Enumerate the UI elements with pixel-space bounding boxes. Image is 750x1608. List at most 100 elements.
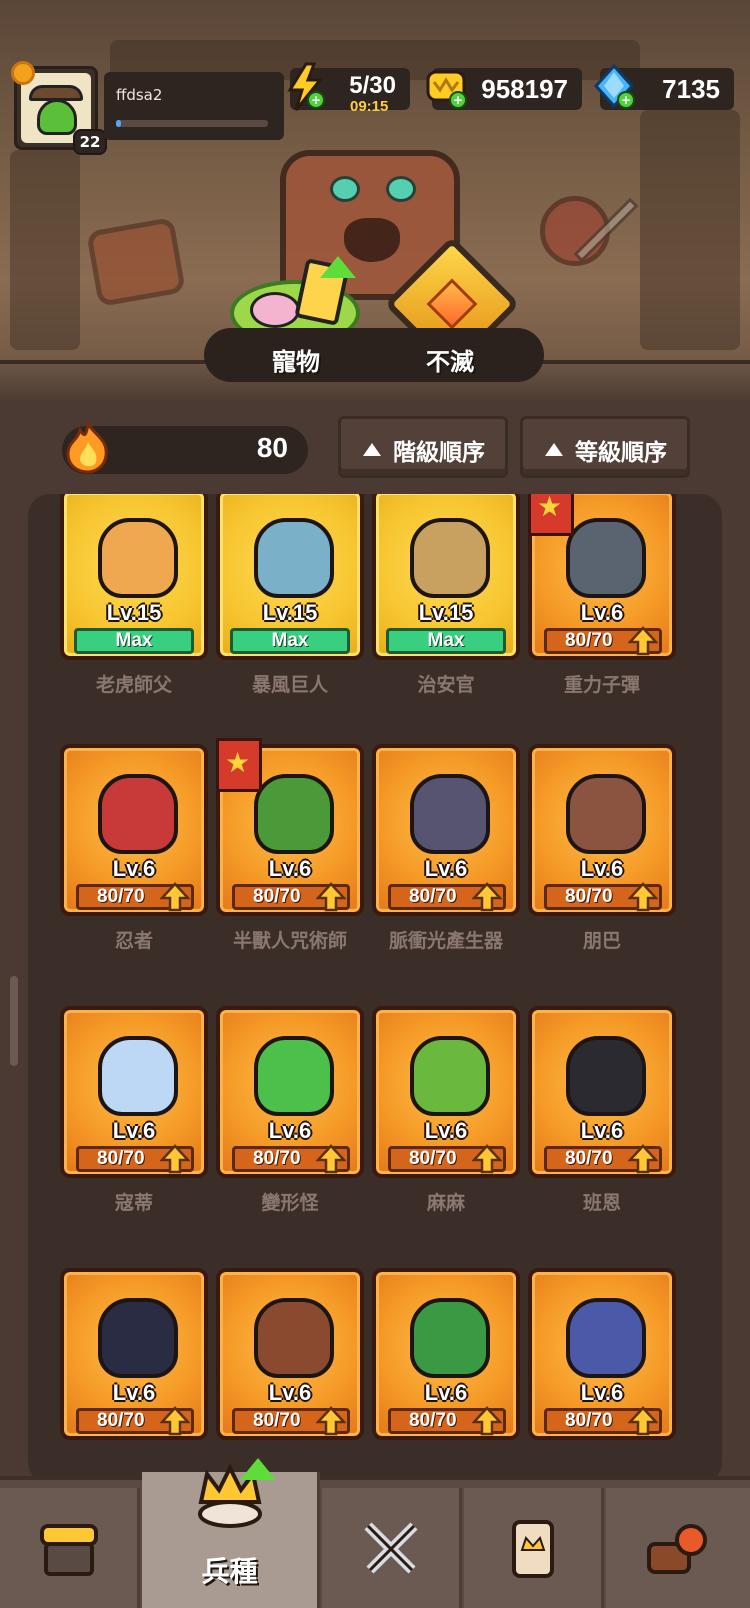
unit-level: Lv.6	[112, 856, 156, 881]
unit-card[interactable]: Lv.6 80/70	[216, 1268, 364, 1440]
upgrade-arrow-icon	[320, 256, 356, 278]
unit-card[interactable]: Lv.15 Max 治安官	[372, 494, 520, 696]
sort-ascending-icon	[363, 443, 381, 456]
crown-gold-icon: +	[426, 70, 467, 109]
tab-shop[interactable]	[0, 1488, 140, 1608]
immortal-mode-button[interactable]: 不滅	[426, 342, 474, 377]
lightning-icon: +	[287, 62, 325, 111]
unit-card[interactable]: ★ Lv.6 80/70 半獸人咒術師	[216, 738, 364, 952]
svg-text:+: +	[453, 93, 463, 107]
sort-by-rank-button[interactable]: 階級順序	[338, 416, 508, 478]
axolotl-pet	[250, 292, 300, 328]
unit-card-frame[interactable]: Lv.6 80/70	[216, 1268, 364, 1440]
unit-card-frame[interactable]: Lv.6 80/70	[372, 744, 520, 916]
sort-by-level-button[interactable]: 等級順序	[520, 416, 690, 478]
unit-name: 班恩	[582, 1192, 621, 1214]
unit-card-frame[interactable]: ★ Lv.6 80/70	[216, 738, 364, 916]
star-flag-icon: ★	[216, 738, 262, 792]
unit-card[interactable]: Lv.6 80/70 麻麻	[372, 1006, 520, 1214]
upgrade-arrow-icon	[472, 882, 502, 912]
unit-level: Lv.6	[424, 856, 468, 881]
unit-name: 半獸人咒術師	[232, 930, 347, 952]
unit-card-frame[interactable]: Lv.6 80/70	[60, 1006, 208, 1178]
unit-level: Lv.6	[268, 1380, 312, 1405]
unit-card-frame[interactable]: ★ Lv.6 80/70	[528, 494, 676, 660]
unit-card[interactable]: Lv.6 80/70	[60, 1268, 208, 1440]
tab-chest[interactable]	[606, 1488, 750, 1608]
unit-name: 朋巴	[582, 930, 621, 952]
unit-card-frame[interactable]: Lv.6 80/70	[528, 744, 676, 916]
unit-level: Lv.6	[112, 1118, 156, 1143]
settings-gear-icon[interactable]	[11, 61, 35, 85]
unit-card[interactable]: Lv.6 80/70 朋巴	[528, 744, 676, 952]
upgrade-arrow-icon	[472, 1406, 502, 1436]
energy-value: 5/30	[349, 72, 396, 99]
unit-card[interactable]: Lv.15 Max 老虎師父	[60, 494, 208, 696]
unit-card-frame[interactable]: Lv.15 Max	[372, 494, 520, 660]
player-level-badge: 22	[73, 129, 107, 155]
unit-name: 老虎師父	[95, 674, 172, 696]
unit-card-frame[interactable]: Lv.15 Max	[216, 494, 364, 660]
unit-card[interactable]: Lv.6 80/70 寇蒂	[60, 1006, 208, 1214]
unit-portrait	[254, 774, 334, 854]
upgrade-arrow-icon	[316, 1406, 346, 1436]
unit-name: 脈衝光產生器	[388, 930, 503, 952]
player-profile[interactable]: 22 ffdsa2	[11, 61, 284, 155]
unit-card[interactable]: ★ Lv.6 80/70 重力子彈	[528, 494, 676, 696]
unit-card-frame[interactable]: Lv.6 80/70	[372, 1006, 520, 1178]
avatar[interactable]: 22	[11, 61, 107, 155]
energy-counter[interactable]: + 5/30 09:15	[287, 62, 410, 115]
unit-card[interactable]: Lv.15 Max 暴風巨人	[216, 494, 364, 696]
unit-card-frame[interactable]: Lv.15 Max	[60, 494, 208, 660]
unit-level: Lv.6	[580, 1380, 624, 1405]
unit-portrait	[254, 1298, 334, 1378]
tab-cards[interactable]	[464, 1488, 604, 1608]
unit-name: 忍者	[114, 930, 153, 952]
sort-rank-label: 階級順序	[393, 440, 485, 466]
gold-counter[interactable]: + 958197	[426, 68, 582, 110]
shop-icon	[39, 1524, 98, 1576]
upgrade-arrow-icon	[160, 1144, 190, 1174]
unit-card[interactable]: Lv.6 80/70 脈衝光產生器	[372, 744, 520, 952]
unit-portrait	[566, 1036, 646, 1116]
power-value: 80	[256, 432, 288, 463]
unit-portrait	[410, 1298, 490, 1378]
unit-portrait	[98, 518, 178, 598]
unit-progress: Max	[230, 628, 350, 654]
energy-timer: 09:15	[350, 98, 389, 115]
unit-card[interactable]: Lv.6 80/70	[372, 1268, 520, 1440]
gem-counter[interactable]: + 7135	[593, 63, 734, 110]
faded-hero-left	[86, 216, 186, 308]
unit-name: 寇蒂	[114, 1192, 153, 1214]
upgrade-arrow-icon	[160, 882, 190, 912]
tab-battle[interactable]	[322, 1488, 462, 1608]
upgrade-arrow-icon	[628, 1144, 658, 1174]
unit-level: Lv.6	[424, 1380, 468, 1405]
pet-mode-button[interactable]: 寵物	[272, 342, 320, 377]
unit-card[interactable]: Lv.6 80/70	[528, 1268, 676, 1440]
unit-name: 麻麻	[426, 1192, 465, 1214]
unit-progress: Max	[386, 628, 506, 654]
unit-card-frame[interactable]: Lv.6 80/70	[216, 1006, 364, 1178]
unit-portrait	[566, 1298, 646, 1378]
unit-card[interactable]: Lv.6 80/70 變形怪	[216, 1006, 364, 1214]
unit-progress: Max	[74, 628, 194, 654]
upgrade-arrow-icon	[628, 882, 658, 912]
tab-units[interactable]: 兵種	[142, 1458, 320, 1608]
player-name-panel: ffdsa2	[104, 72, 284, 140]
upgrade-arrow-icon	[316, 882, 346, 912]
unit-card-frame[interactable]: Lv.6 80/70	[60, 1268, 208, 1440]
unit-card-frame[interactable]: Lv.6 80/70	[372, 1268, 520, 1440]
star-flag-icon: ★	[528, 494, 574, 536]
scrollbar[interactable]	[10, 976, 18, 1066]
unit-card[interactable]: Lv.6 80/70 忍者	[60, 744, 208, 952]
unit-card-frame[interactable]: Lv.6 80/70	[528, 1268, 676, 1440]
unit-portrait	[254, 1036, 334, 1116]
unit-card[interactable]: Lv.6 80/70 班恩	[528, 1006, 676, 1214]
unit-name: 治安官	[417, 674, 475, 696]
unit-grid[interactable]: Lv.15 Max 老虎師父 Lv.15 Max 暴風巨人 Lv.15 Max 治安官 ★ Lv.6…	[28, 494, 722, 1484]
unit-name: 暴風巨人	[251, 674, 328, 696]
unit-level: Lv.6	[112, 1380, 156, 1405]
unit-card-frame[interactable]: Lv.6 80/70	[528, 1006, 676, 1178]
unit-card-frame[interactable]: Lv.6 80/70	[60, 744, 208, 916]
